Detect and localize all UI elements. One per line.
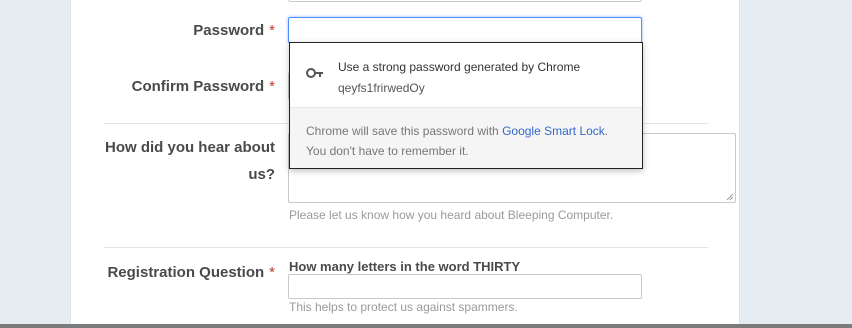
password-generation-popup: Use a strong password generated by Chrom… [289, 42, 643, 169]
required-marker: * [269, 22, 275, 39]
popup-footer: Chrome will save this password with Goog… [290, 107, 642, 168]
required-marker: * [269, 264, 275, 281]
registration-help-text: This helps to protect us against spammer… [289, 300, 518, 314]
key-icon [306, 68, 323, 78]
popup-footer-text: Chrome will save this password with [306, 124, 503, 138]
how-heard-help-text: Please let us know how you heard about B… [289, 208, 614, 222]
how-heard-label-line2: us? [248, 166, 275, 183]
password-input[interactable] [288, 17, 642, 43]
popup-title: Use a strong password generated by Chrom… [338, 60, 581, 74]
registration-question-label: Registration Question * [90, 259, 275, 286]
resize-grip-icon[interactable] [725, 192, 734, 201]
password-label-text: Password [193, 22, 265, 39]
registration-question-text: How many letters in the word THIRTY [289, 259, 521, 274]
generated-password-suggestion[interactable]: Use a strong password generated by Chrom… [290, 43, 642, 107]
confirm-password-label-text: Confirm Password [131, 78, 265, 95]
how-heard-label: How did you hear about us? [90, 134, 275, 188]
google-smart-lock-link[interactable]: Google Smart Lock [502, 124, 605, 138]
divider [104, 247, 708, 248]
confirm-password-label: Confirm Password * [90, 73, 275, 100]
password-label: Password * [90, 17, 275, 44]
registration-answer-input[interactable] [288, 274, 642, 299]
previous-input-edge[interactable] [288, 0, 642, 2]
window-bottom-edge [0, 324, 852, 328]
required-marker: * [269, 78, 275, 95]
registration-question-label-text: Registration Question [107, 264, 265, 281]
how-heard-label-line1: How did you hear about [104, 139, 275, 156]
generated-password: qeyfs1frirwedOy [338, 81, 425, 95]
